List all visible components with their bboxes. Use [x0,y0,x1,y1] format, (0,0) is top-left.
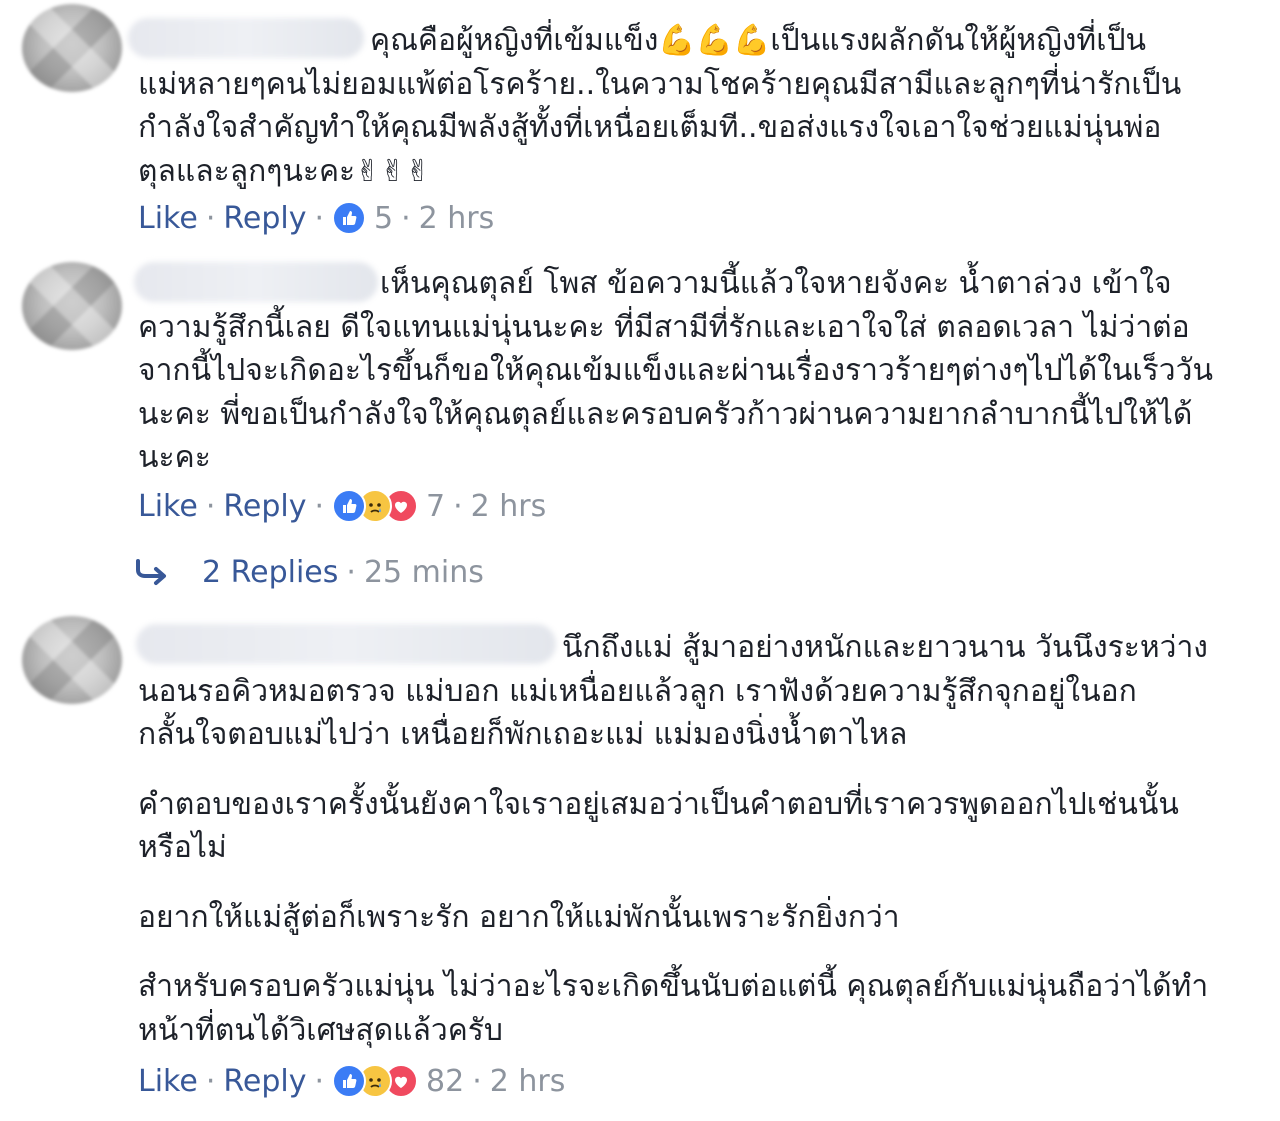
separator: · [401,200,411,236]
separator: · [346,554,356,590]
separator: · [314,200,324,236]
comment-line: คำตอบของเราครั้งนั้นยังคาใจเราอยู่เสมอว่… [138,786,1179,822]
replies-count-link[interactable]: 2 Replies [202,555,338,590]
avatar[interactable] [22,616,122,704]
reaction-count[interactable]: 7 [426,489,445,524]
reaction-count[interactable]: 5 [374,201,393,236]
comment-line: เห็นคุณตุลย์ โพส ข้อความนี้แล้วใจหายจังค… [380,266,1172,301]
separator: · [205,1063,216,1099]
comment-line: กลั้นใจตอบแม่ไปว่า เหนื่อยก็พักเถอะแม่ แ… [138,717,908,752]
comment-line: สำหรับครอบครัวแม่นุ่น ไม่ว่าอะไรจะเกิดขึ… [138,969,1209,1004]
separator: · [205,488,216,524]
comment-text: คุณคือผู้หญิงที่เข้มแข็ง💪💪💪เป็นแรงผลักดั… [138,19,1218,193]
like-link[interactable]: Like [138,489,198,524]
like-reaction-icon [332,1064,366,1098]
reply-link[interactable]: Reply [223,201,306,236]
reply-link[interactable]: Reply [223,489,306,524]
comment-actions: Like · Reply · 5 · 2 hrs [138,198,494,238]
comment-time[interactable]: 2 hrs [471,489,547,524]
comment-line: คุณคือผู้หญิงที่เข้มแข็ง💪💪💪เป็นแรงผลักดั… [370,23,1147,58]
comment-line: นะคะ พี่ขอเป็นกำลังใจให้คุณตุลย์และครอบค… [138,396,1193,432]
comment-time[interactable]: 2 hrs [419,201,495,236]
separator: · [314,1063,324,1099]
separator: · [314,488,324,524]
comment-line: อยากให้แม่สู้ต่อก็เพราะรัก อยากให้แม่พัก… [138,899,900,935]
comment-actions: Like · Reply · 7 · 2 hrs [138,486,546,526]
separator: · [453,488,463,524]
like-link[interactable]: Like [138,1064,198,1099]
comment-text: เห็นคุณตุลย์ โพส ข้อความนี้แล้วใจหายจังค… [138,262,1218,480]
comment-actions: Like · Reply · 82 · 2 hrs [138,1061,565,1101]
like-reaction-icon [332,489,366,523]
reply-arrow-icon [136,559,166,585]
comment-text: นึกถึงแม่ สู้มาอย่างหนักและยาวนาน วันนึง… [138,626,1218,1052]
view-replies[interactable]: 2 Replies · 25 mins [134,551,484,593]
comment-line: จากนี้ไปจะเกิดอะไรขึ้นก็ขอให้คุณเข้มแข็ง… [138,353,1213,388]
avatar[interactable] [22,4,122,92]
comment-line: นอนรอคิวหมอตรวจ แม่บอก แม่เหนื่อยแล้วลูก… [138,673,1137,709]
comment-line: นึกถึงแม่ สู้มาอย่างหนักและยาวนาน วันนึง… [562,630,1208,665]
reactions[interactable] [332,489,418,523]
reply-link[interactable]: Reply [223,1064,306,1099]
avatar[interactable] [22,262,122,350]
comment-line: ตุลและลูกๆนะคะ✌✌✌ [138,153,431,189]
comment-time[interactable]: 2 hrs [490,1064,566,1099]
comment-line: หน้าที่ตนได้วิเศษสุดแล้วครับ [138,1012,503,1048]
reactions[interactable] [332,201,366,235]
comment-line: แม่หลายๆคนไม่ยอมแพ้ต่อโรคร้าย..ในความโชค… [138,66,1182,102]
separator: · [205,200,216,236]
comment-line: กำลังใจสำคัญทำให้คุณมีพลังสู้ทั้งที่เหนื… [138,110,1162,145]
replies-time[interactable]: 25 mins [364,555,484,590]
comment-line: นะคะ [138,440,211,475]
separator: · [472,1063,482,1099]
like-link[interactable]: Like [138,201,198,236]
comment-line: หรือไม่ [138,830,227,865]
reactions[interactable] [332,1064,418,1098]
like-reaction-icon [332,201,366,235]
comment-line: ความรู้สึกนี้เลย ดีใจแทนแม่นุ่นนะคะ ที่ม… [138,309,1190,345]
reaction-count[interactable]: 82 [426,1064,464,1099]
